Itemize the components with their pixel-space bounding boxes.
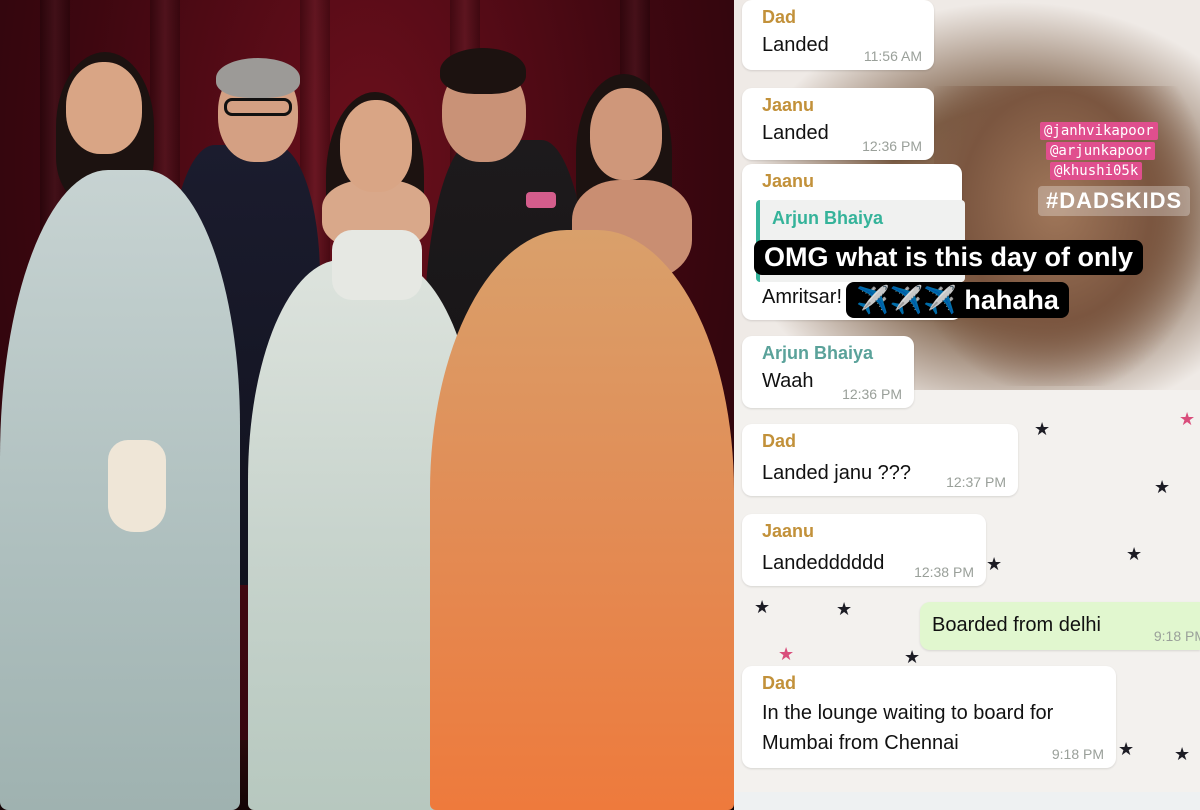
quoted-sender: Arjun Bhaiya xyxy=(772,208,884,228)
star-icon: ★ xyxy=(1174,744,1191,764)
message-sender: Jaanu xyxy=(762,521,815,541)
message-time: 11:56 AM xyxy=(863,48,922,64)
message-text: Landed xyxy=(762,34,829,56)
star-icon: ★ xyxy=(1126,544,1143,564)
pocket-square xyxy=(526,192,556,208)
collage: ★ ★ ★ ★ ★ ★ ★ ★ ★ ★ ★ ★ Dad Landed 11:56… xyxy=(0,0,1200,810)
star-icon: ★ xyxy=(836,599,853,619)
input-bar xyxy=(734,792,1200,810)
message-time: 9:18 PM xyxy=(1051,746,1104,762)
message-time: 12:37 PM xyxy=(946,474,1006,490)
message-sender: Dad xyxy=(762,673,797,693)
message-bubble: Jaanu Landedddddd 12:38 PM xyxy=(742,514,986,586)
message-bubble: Dad In the lounge waiting to board for M… xyxy=(742,666,1116,768)
message-time: 12:36 PM xyxy=(862,138,922,154)
face xyxy=(590,88,662,180)
glasses xyxy=(224,98,292,116)
gown xyxy=(430,230,734,810)
message-time: 9:18 PM xyxy=(1153,628,1200,644)
message-text: Waah xyxy=(762,370,814,392)
hashtag-sticker[interactable]: #DADSKIDS xyxy=(1038,186,1191,216)
star-icon: ★ xyxy=(986,554,1003,574)
message-text: Landed xyxy=(762,122,829,144)
message-time: 12:38 PM xyxy=(914,564,974,580)
mention-tag[interactable]: @khushi05k xyxy=(1050,162,1143,180)
message-bubble: Dad Landed janu ??? 12:37 PM xyxy=(742,424,1018,496)
blouse xyxy=(332,230,422,300)
face xyxy=(340,100,412,192)
message-time: 12:36 PM xyxy=(842,386,902,402)
star-icon: ★ xyxy=(1118,739,1135,759)
message-bubble: Arjun Bhaiya Waah 12:36 PM xyxy=(742,336,914,408)
message-bubble-outgoing: Boarded from delhi 9:18 PM xyxy=(920,602,1200,650)
potli-bag xyxy=(108,440,166,532)
hair xyxy=(440,48,526,94)
message-text: Landed janu ??? xyxy=(762,462,912,484)
star-icon: ★ xyxy=(1154,477,1171,497)
story-caption-line2: ✈️✈️✈️ hahaha xyxy=(846,282,1069,318)
message-sender: Dad xyxy=(762,7,797,27)
message-sender: Jaanu xyxy=(762,95,815,115)
event-photo xyxy=(0,0,734,810)
message-text: Landedddddd xyxy=(762,552,885,574)
star-icon: ★ xyxy=(754,597,771,617)
message-sender: Dad xyxy=(762,431,797,451)
story-caption-line1: OMG what is this day of only xyxy=(754,240,1144,275)
message-bubble: Jaanu Landed 12:36 PM xyxy=(742,88,934,160)
message-sender: Jaanu xyxy=(762,171,815,191)
airplane-icon: ✈️✈️✈️ xyxy=(856,285,957,315)
mention-tag[interactable]: @janhvikapoor xyxy=(1040,122,1158,140)
message-text-line: Mumbai from Chennai xyxy=(762,732,959,754)
star-icon: ★ xyxy=(904,647,921,667)
star-icon: ★ xyxy=(1034,419,1051,439)
message-text-line: In the lounge waiting to board for xyxy=(762,702,1054,724)
message-text: Boarded from delhi xyxy=(932,614,1101,636)
hair xyxy=(216,58,300,98)
caption-laugh: hahaha xyxy=(964,285,1059,315)
instagram-story: ★ ★ ★ ★ ★ ★ ★ ★ ★ ★ ★ ★ Dad Landed 11:56… xyxy=(734,0,1200,810)
message-bubble: Dad Landed 11:56 AM xyxy=(742,0,934,70)
message-sender: Arjun Bhaiya xyxy=(762,343,874,363)
message-text: Amritsar! xyxy=(762,286,842,308)
star-icon: ★ xyxy=(1179,409,1196,429)
star-icon: ★ xyxy=(778,644,795,664)
mention-tag[interactable]: @arjunkapoor xyxy=(1046,142,1156,160)
face xyxy=(66,62,142,154)
